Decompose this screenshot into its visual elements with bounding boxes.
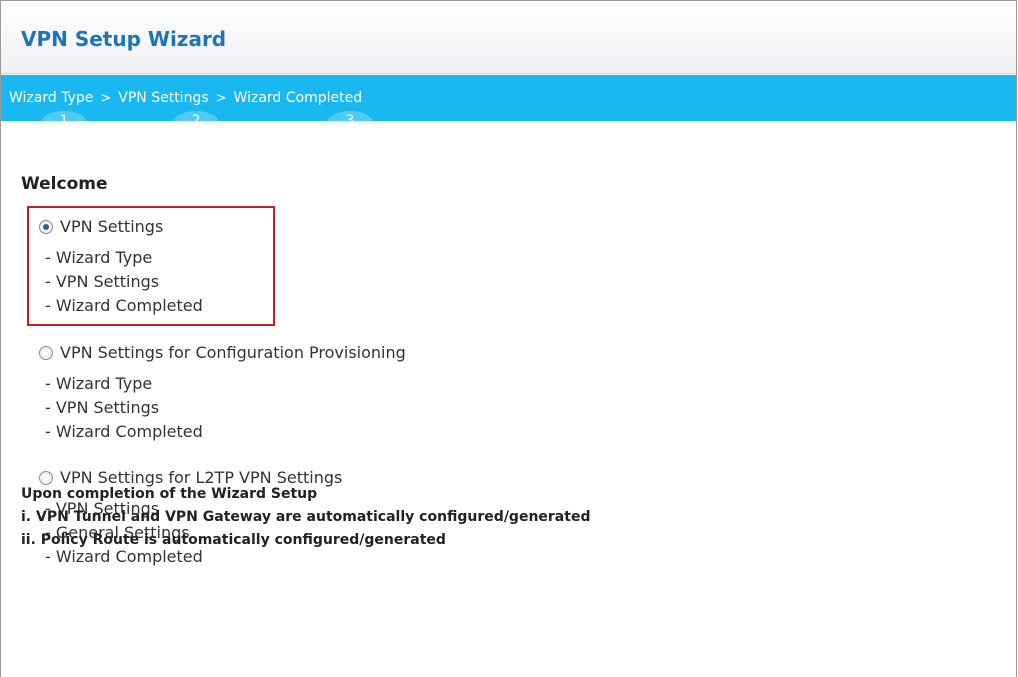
step-label-vpn-settings: VPN Settings <box>118 90 209 106</box>
option-label: VPN Settings for Configuration Provision… <box>60 343 406 362</box>
step-progress-bar: Wizard Type > VPN Settings > Wizard Comp… <box>1 75 1016 121</box>
welcome-heading: Welcome <box>21 174 108 194</box>
list-item: - Wizard Completed <box>45 296 203 315</box>
title-bar: VPN Setup Wizard <box>1 1 1016 74</box>
step-number-3: 3 <box>327 111 373 121</box>
notes-heading: Upon completion of the Wizard Setup <box>21 486 318 502</box>
step-labels: Wizard Type > VPN Settings > Wizard Comp… <box>9 90 362 106</box>
list-item: - Wizard Type <box>45 248 153 267</box>
wizard-content: Welcome VPN Settings - Wizard Type - VPN… <box>1 121 1016 677</box>
option-label: VPN Settings <box>60 217 164 236</box>
wizard-window: VPN Setup Wizard Wizard Type > VPN Setti… <box>0 0 1017 677</box>
step-label-wizard-completed: Wizard Completed <box>233 90 363 106</box>
list-item: - VPN Settings <box>45 272 160 291</box>
option-2-steps: - Wizard Type - VPN Settings - Wizard Co… <box>45 372 203 444</box>
completion-notes: Upon completion of the Wizard Setup i. V… <box>21 483 590 552</box>
step-number-2: 2 <box>173 111 219 121</box>
note-item: i. VPN Tunnel and VPN Gateway are automa… <box>21 509 591 525</box>
step-number-1: 1 <box>41 111 87 121</box>
step-label-wizard-type: Wizard Type <box>9 90 94 106</box>
radio-button-checked-icon[interactable] <box>39 219 53 234</box>
list-item: - Wizard Type <box>45 374 153 393</box>
radio-button-icon[interactable] <box>39 345 53 360</box>
window-title: VPN Setup Wizard <box>21 27 227 51</box>
step-separator-2: > <box>215 90 227 106</box>
step-separator-1: > <box>100 90 112 106</box>
note-item: ii. Policy Route is automatically config… <box>21 532 446 548</box>
list-item: - Wizard Completed <box>45 422 203 441</box>
option-vpn-settings-config-provisioning[interactable]: VPN Settings for Configuration Provision… <box>39 343 406 362</box>
list-item: - VPN Settings <box>45 398 160 417</box>
option-vpn-settings[interactable]: VPN Settings <box>39 217 163 236</box>
option-1-steps: - Wizard Type - VPN Settings - Wizard Co… <box>45 246 203 318</box>
